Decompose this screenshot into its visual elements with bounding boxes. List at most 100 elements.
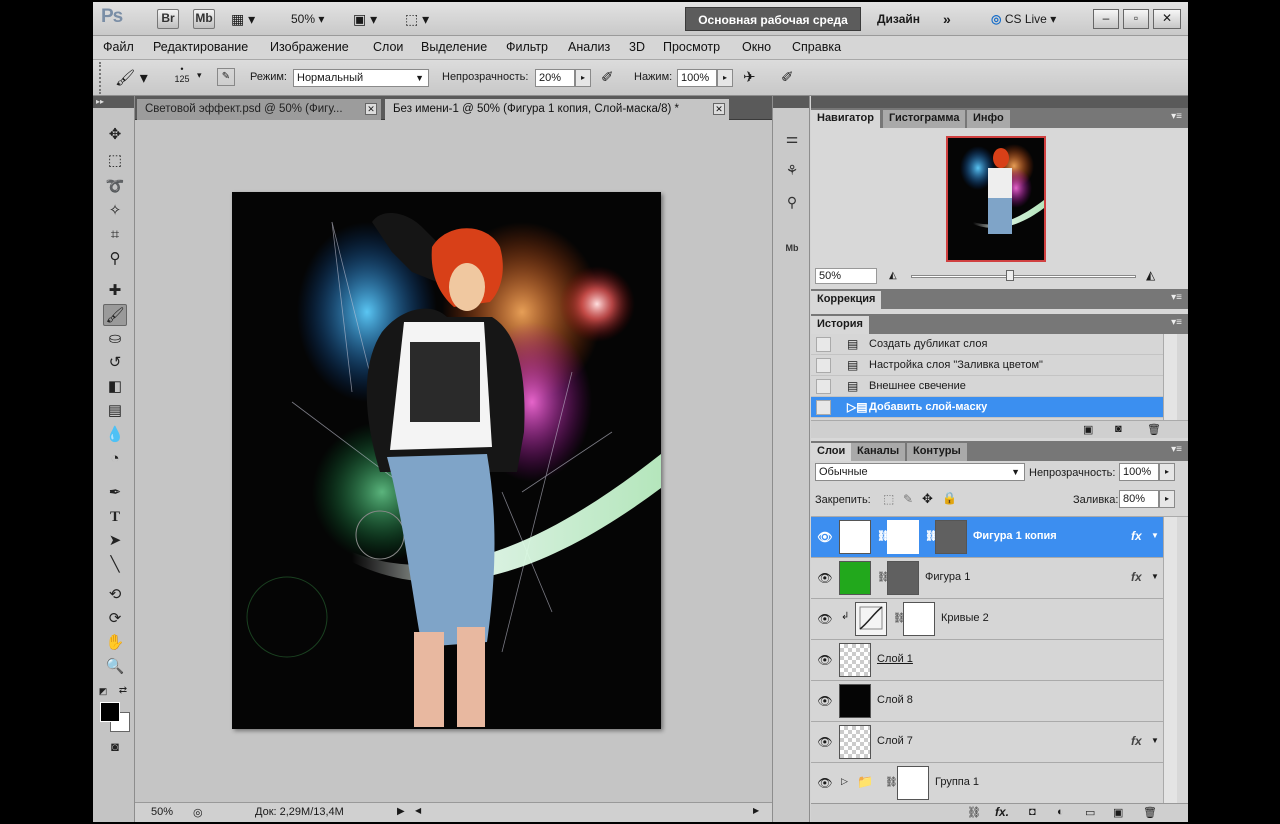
- eyedropper-tool-icon[interactable]: ⚲: [103, 248, 127, 270]
- tablet-opacity-icon[interactable]: ✐: [601, 68, 614, 86]
- layer-row[interactable]: 👁 Слой 1: [811, 640, 1163, 681]
- menu-3d[interactable]: 3D: [629, 40, 645, 54]
- gradient-tool-icon[interactable]: ▤: [103, 400, 127, 422]
- layer-fill-input[interactable]: 80%: [1119, 490, 1159, 508]
- navigator-zoom-input[interactable]: 50%: [815, 268, 877, 284]
- navigator-zoom-knob[interactable]: [1006, 270, 1014, 281]
- quick-mask-icon[interactable]: ◙: [103, 736, 127, 758]
- zoom-out-icon[interactable]: ◭: [889, 270, 897, 281]
- workspace-essentials-button[interactable]: Основная рабочая среда: [685, 7, 861, 31]
- tools-panel-grip[interactable]: ▸▸: [93, 96, 134, 108]
- layers-menu-icon[interactable]: ▾≡: [1171, 444, 1182, 455]
- clone-stamp-tool-icon[interactable]: ⛀: [103, 328, 127, 350]
- tab-document-2[interactable]: Без имени-1 @ 50% (Фигура 1 копия, Слой-…: [385, 99, 729, 120]
- menu-window[interactable]: Окно: [742, 40, 771, 54]
- type-tool-icon[interactable]: T: [103, 506, 127, 528]
- layer-effects-icon[interactable]: fx: [1131, 734, 1142, 748]
- link-chain-icon[interactable]: ⛓: [925, 531, 938, 542]
- delete-state-icon[interactable]: 🗑: [1147, 423, 1161, 436]
- history-snapshot-checkbox[interactable]: [816, 400, 831, 415]
- lock-all-icon[interactable]: 🔒: [942, 491, 957, 505]
- tab-channels[interactable]: Каналы: [851, 443, 906, 461]
- visibility-eye-icon[interactable]: 👁: [817, 571, 833, 585]
- history-snapshot-checkbox[interactable]: [816, 358, 831, 373]
- quick-selection-tool-icon[interactable]: ✧: [103, 200, 127, 222]
- foreground-color-swatch[interactable]: [100, 702, 120, 722]
- maximize-button[interactable]: ▫: [1123, 9, 1149, 29]
- add-mask-icon[interactable]: ◘: [1029, 806, 1036, 818]
- hscroll-left-icon[interactable]: ◀: [415, 806, 421, 815]
- airbrush-icon[interactable]: ✈: [743, 68, 756, 86]
- default-colors-icon[interactable]: ◩: [97, 680, 109, 702]
- cs-live-menu[interactable]: ◎ CS Live ▾: [991, 9, 1056, 29]
- arrange-documents-icon[interactable]: ▣ ▾: [353, 9, 377, 29]
- navigator-menu-icon[interactable]: ▾≡: [1171, 111, 1182, 122]
- crop-tool-icon[interactable]: ⌗: [103, 224, 127, 246]
- history-item-selected[interactable]: ▷▤ Добавить слой-маску: [811, 397, 1163, 418]
- new-group-icon[interactable]: ▭: [1085, 806, 1095, 819]
- bridge-button[interactable]: Br: [157, 9, 179, 29]
- menu-image[interactable]: Изображение: [270, 40, 349, 54]
- options-grip[interactable]: [99, 62, 103, 94]
- marquee-tool-icon[interactable]: ⬚: [103, 150, 127, 172]
- visibility-eye-icon[interactable]: 👁: [817, 653, 833, 667]
- layer-row[interactable]: 👁 ▷ 📁 ⛓ Группа 1: [811, 763, 1163, 803]
- link-chain-icon[interactable]: ⛓: [877, 531, 890, 542]
- link-chain-icon[interactable]: ⛓: [893, 613, 906, 624]
- image-canvas[interactable]: [232, 192, 661, 729]
- layer-opacity-input[interactable]: 100%: [1119, 463, 1159, 481]
- layer-row[interactable]: 👁 Слой 7 fx ▼: [811, 722, 1163, 763]
- menu-help[interactable]: Справка: [792, 40, 841, 54]
- new-adjustment-layer-icon[interactable]: ◐: [1057, 806, 1064, 818]
- link-chain-icon[interactable]: ⛓: [877, 572, 890, 583]
- pressure-input[interactable]: 100%: [677, 69, 717, 87]
- blend-mode-select[interactable]: Нормальный ▼: [293, 69, 429, 87]
- brush-size-picker[interactable]: • 125: [171, 64, 193, 84]
- expand-effects-icon[interactable]: ▼: [1151, 572, 1159, 581]
- history-item[interactable]: ▤ Настройка слоя "Заливка цветом": [811, 355, 1163, 376]
- clone-source-icon[interactable]: ⚲: [778, 190, 806, 214]
- brush-tool-icon[interactable]: 🖌: [103, 304, 127, 326]
- tab-history[interactable]: История: [811, 316, 869, 334]
- history-snapshot-checkbox[interactable]: [816, 379, 831, 394]
- expand-effects-icon[interactable]: ▼: [1151, 736, 1159, 745]
- lock-pixels-icon[interactable]: ✎: [903, 492, 913, 506]
- layer-effects-icon[interactable]: fx: [1131, 570, 1142, 584]
- menu-filter[interactable]: Фильтр: [506, 40, 548, 54]
- close-button[interactable]: ✕: [1153, 9, 1181, 29]
- history-brush-tool-icon[interactable]: ↺: [103, 352, 127, 374]
- mini-bridge-button[interactable]: Mb: [193, 9, 215, 29]
- view-extras-icon[interactable]: ▦ ▾: [231, 9, 255, 29]
- minimize-button[interactable]: –: [1093, 9, 1119, 29]
- lasso-tool-icon[interactable]: ➰: [103, 176, 127, 198]
- path-selection-tool-icon[interactable]: ➤: [103, 530, 127, 552]
- link-chain-icon[interactable]: ⛓: [885, 777, 898, 788]
- pen-tool-icon[interactable]: ✒: [103, 482, 127, 504]
- brush-presets-icon[interactable]: ⚘: [778, 158, 806, 182]
- swap-colors-icon[interactable]: ⇄: [117, 680, 129, 702]
- mini-bridge-panel-icon[interactable]: Mb: [778, 236, 806, 260]
- history-item[interactable]: ▤ Внешнее свечение: [811, 376, 1163, 397]
- tab-correction[interactable]: Коррекция: [811, 291, 882, 309]
- correction-menu-icon[interactable]: ▾≡: [1171, 292, 1182, 303]
- healing-brush-tool-icon[interactable]: ✚: [103, 280, 127, 302]
- hand-tool-icon[interactable]: ✋: [103, 632, 127, 654]
- more-workspaces-icon[interactable]: »: [943, 9, 951, 29]
- brush-size-dropdown-icon[interactable]: ▾: [197, 70, 202, 81]
- visibility-eye-icon[interactable]: 👁: [817, 735, 833, 749]
- 3d-rotate-tool-icon[interactable]: ⟲: [103, 584, 127, 606]
- close-tab-icon[interactable]: ✕: [365, 103, 377, 115]
- visibility-eye-icon[interactable]: 👁: [817, 694, 833, 708]
- delete-layer-icon[interactable]: 🗑: [1143, 806, 1157, 819]
- screen-mode-icon[interactable]: ⬚ ▾: [405, 9, 429, 29]
- brush-preset-icon[interactable]: 🖌 ▾: [115, 68, 148, 88]
- history-snapshot-checkbox[interactable]: [816, 337, 831, 352]
- history-menu-icon[interactable]: ▾≡: [1171, 317, 1182, 328]
- tablet-size-icon[interactable]: ✐: [781, 68, 794, 86]
- new-layer-icon[interactable]: ▣: [1113, 806, 1123, 819]
- dodge-tool-icon[interactable]: ◔: [103, 448, 127, 470]
- layer-row[interactable]: 👁 ⛓ Фигура 1 fx ▼: [811, 558, 1163, 599]
- menu-select[interactable]: Выделение: [421, 40, 487, 54]
- eraser-tool-icon[interactable]: ◧: [103, 376, 127, 398]
- tab-layers[interactable]: Слои: [811, 443, 852, 461]
